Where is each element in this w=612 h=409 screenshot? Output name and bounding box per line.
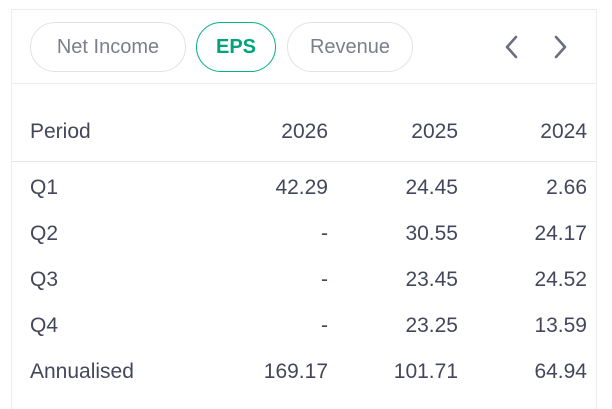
eps-table: Period 2026 2025 2024 Q1 42.29 24.45 2.6…	[12, 84, 596, 396]
header-year-1: 2026	[281, 120, 328, 143]
tab-eps[interactable]: EPS	[196, 22, 276, 72]
table-row: Q4 - 23.25 13.59	[12, 304, 596, 350]
row-label: Q3	[30, 268, 59, 291]
chevron-left-icon	[505, 35, 518, 59]
financials-card: Net Income EPS Revenue Period 2026 2025 …	[11, 9, 597, 409]
header-year-3: 2024	[540, 120, 587, 143]
table-cell: 42.29	[275, 176, 328, 199]
table-row: Q1 42.29 24.45 2.66	[12, 166, 596, 212]
tab-net-income[interactable]: Net Income	[30, 22, 186, 72]
table-cell: -	[321, 314, 328, 337]
table-cell: -	[321, 222, 328, 245]
table-cell: 2.66	[546, 176, 587, 199]
table-header-row: Period 2026 2025 2024	[12, 84, 596, 162]
table-row: Q3 - 23.45 24.52	[12, 258, 596, 304]
table-cell: 24.52	[534, 268, 587, 291]
tab-revenue-label: Revenue	[309, 35, 391, 58]
metric-tab-bar: Net Income EPS Revenue	[12, 10, 596, 84]
table-cell: -	[321, 268, 328, 291]
tab-revenue[interactable]: Revenue	[287, 22, 413, 72]
table-cell: 24.17	[534, 222, 587, 245]
table-cell: 24.45	[405, 176, 458, 199]
next-button[interactable]	[543, 30, 577, 64]
tab-net-income-label: Net Income	[56, 35, 160, 58]
table-cell: 23.45	[405, 268, 458, 291]
header-period: Period	[30, 120, 91, 143]
table-cell: 13.59	[534, 314, 587, 337]
row-label: Annualised	[30, 360, 134, 383]
table-cell: 169.17	[263, 360, 328, 383]
table-cell: 64.94	[534, 360, 587, 383]
tab-eps-label: EPS	[215, 35, 257, 58]
table-cell: 23.25	[405, 314, 458, 337]
header-year-2: 2025	[411, 120, 458, 143]
row-label: Q4	[30, 314, 59, 337]
table-row: Annualised 169.17 101.71 64.94	[12, 350, 596, 396]
row-label: Q2	[30, 222, 59, 245]
table-row: Q2 - 30.55 24.17	[12, 212, 596, 258]
previous-button[interactable]	[495, 30, 529, 64]
row-label: Q1	[30, 176, 59, 199]
chevron-right-icon	[554, 35, 567, 59]
table-cell: 101.71	[393, 360, 458, 383]
table-cell: 30.55	[405, 222, 458, 245]
